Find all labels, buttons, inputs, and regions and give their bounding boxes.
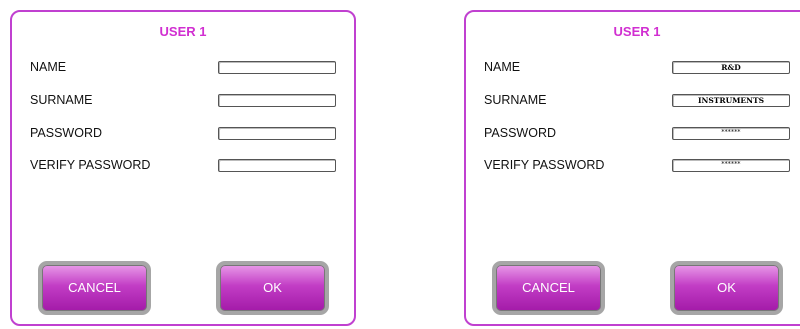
panel-title: USER 1 [613,24,661,39]
verify-password-label: VERIFY PASSWORD [484,158,605,172]
name-row: NAME [30,58,336,76]
name-field[interactable]: R&D [672,61,790,74]
cancel-button[interactable]: CANCEL [38,261,151,315]
cancel-button[interactable]: CANCEL [492,261,605,315]
password-row: PASSWORD ****** [484,124,790,142]
password-label: PASSWORD [484,126,556,140]
password-field[interactable] [218,127,336,140]
surname-label: SURNAME [484,93,547,107]
surname-field[interactable]: INSTRUMENTS [672,94,790,107]
password-field[interactable]: ****** [672,127,790,140]
password-label: PASSWORD [30,126,102,140]
verify-password-field[interactable]: ****** [672,159,790,172]
name-label: NAME [484,60,521,74]
verify-password-row: VERIFY PASSWORD ****** [484,156,790,174]
surname-field[interactable] [218,94,336,107]
name-field[interactable] [218,61,336,74]
verify-password-field[interactable] [218,159,336,172]
ok-button[interactable]: OK [216,261,329,315]
user-form-panel-left: USER 1 NAME SURNAME PASSWORD VERIFY PASS… [10,10,356,326]
name-label: NAME [30,60,67,74]
ok-button[interactable]: OK [670,261,783,315]
panel-title: USER 1 [159,24,207,39]
user-form-panel-right: USER 1 NAME R&D SURNAME INSTRUMENTS PASS… [464,10,800,326]
surname-row: SURNAME [30,91,336,109]
surname-row: SURNAME INSTRUMENTS [484,91,790,109]
verify-password-label: VERIFY PASSWORD [30,158,151,172]
password-row: PASSWORD [30,124,336,142]
name-row: NAME R&D [484,58,790,76]
verify-password-row: VERIFY PASSWORD [30,156,336,174]
surname-label: SURNAME [30,93,93,107]
